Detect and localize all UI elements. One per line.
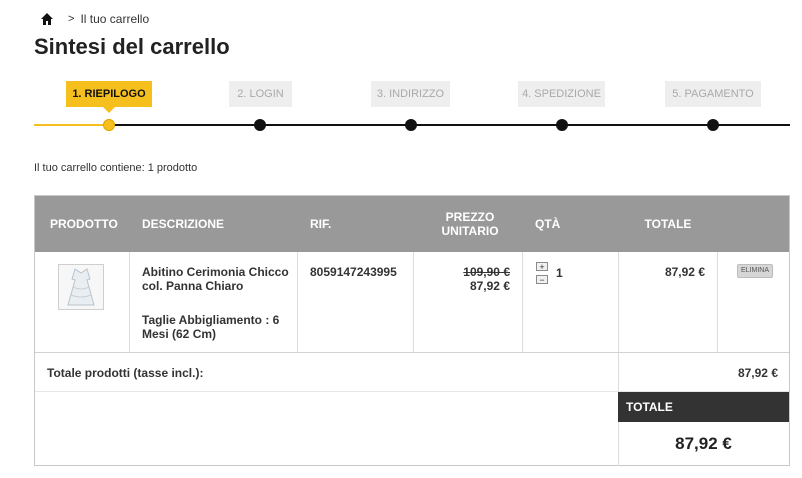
column-divider xyxy=(297,252,298,353)
step-spedizione[interactable]: 4. SPEDIZIONE xyxy=(518,81,605,107)
cart-table: PRODOTTO DESCRIZIONE RIF. PREZZO UNITARI… xyxy=(34,195,790,466)
progress-line-remaining xyxy=(110,124,790,126)
header-qty: QTÀ xyxy=(535,217,561,231)
product-attribute: Taglie Abbigliamento : 6 Mesi (62 Cm) xyxy=(142,313,280,341)
step-indirizzo[interactable]: 3. INDIRIZZO xyxy=(371,81,450,107)
home-icon[interactable] xyxy=(40,12,54,26)
header-description: DESCRIZIONE xyxy=(142,217,225,231)
step-login[interactable]: 2. LOGIN xyxy=(229,81,292,107)
unit-price: 87,92 € xyxy=(469,279,510,293)
total-header: TOTALE xyxy=(618,392,789,422)
step-pagamento[interactable]: 5. PAGAMENTO xyxy=(665,81,761,107)
table-header: PRODOTTO DESCRIZIONE RIF. PREZZO UNITARI… xyxy=(35,196,789,252)
column-divider xyxy=(717,252,718,353)
row-total: 87,92 € xyxy=(664,265,705,279)
row-divider xyxy=(35,352,789,353)
breadcrumb-current: Il tuo carrello xyxy=(80,12,150,26)
product-ref: 8059147243995 xyxy=(310,265,397,279)
step-dot-riepilogo[interactable] xyxy=(103,119,115,131)
progress-line-completed xyxy=(34,124,110,126)
qty-value[interactable]: 1 xyxy=(556,266,563,280)
header-unit-price: PREZZO UNITARIO xyxy=(441,210,499,238)
header-ref: RIF. xyxy=(310,217,332,231)
breadcrumb-separator: > xyxy=(68,13,75,25)
column-divider xyxy=(413,252,414,353)
qty-increase-button[interactable]: + xyxy=(536,262,548,272)
header-product: PRODOTTO xyxy=(50,217,118,231)
product-name[interactable]: Abitino Cerimonia Chicco col. Panna Chia… xyxy=(142,265,292,293)
breadcrumb: > Il tuo carrello xyxy=(40,11,149,27)
cart-count-text: Il tuo carrello contiene: 1 prodotto xyxy=(34,162,198,174)
products-total-value: 87,92 € xyxy=(737,366,778,380)
active-step-pointer xyxy=(103,107,115,113)
step-dot-indirizzo[interactable] xyxy=(405,119,417,131)
column-divider xyxy=(129,252,130,353)
old-price: 109,90 € xyxy=(463,265,510,279)
delete-button[interactable]: ELIMINA xyxy=(737,264,773,278)
page-title: Sintesi del carrello xyxy=(34,34,230,59)
header-total: TOTALE xyxy=(644,217,692,231)
qty-decrease-button[interactable]: − xyxy=(536,275,548,285)
column-divider xyxy=(522,252,523,353)
step-dot-spedizione[interactable] xyxy=(556,119,568,131)
step-dot-login[interactable] xyxy=(254,119,266,131)
dress-thumbnail[interactable] xyxy=(58,264,104,310)
products-total-label: Totale prodotti (tasse incl.): xyxy=(47,366,204,380)
step-dot-pagamento[interactable] xyxy=(707,119,719,131)
step-riepilogo[interactable]: 1. RIEPILOGO xyxy=(66,81,152,107)
grand-total-value: 87,92 € xyxy=(675,434,732,453)
